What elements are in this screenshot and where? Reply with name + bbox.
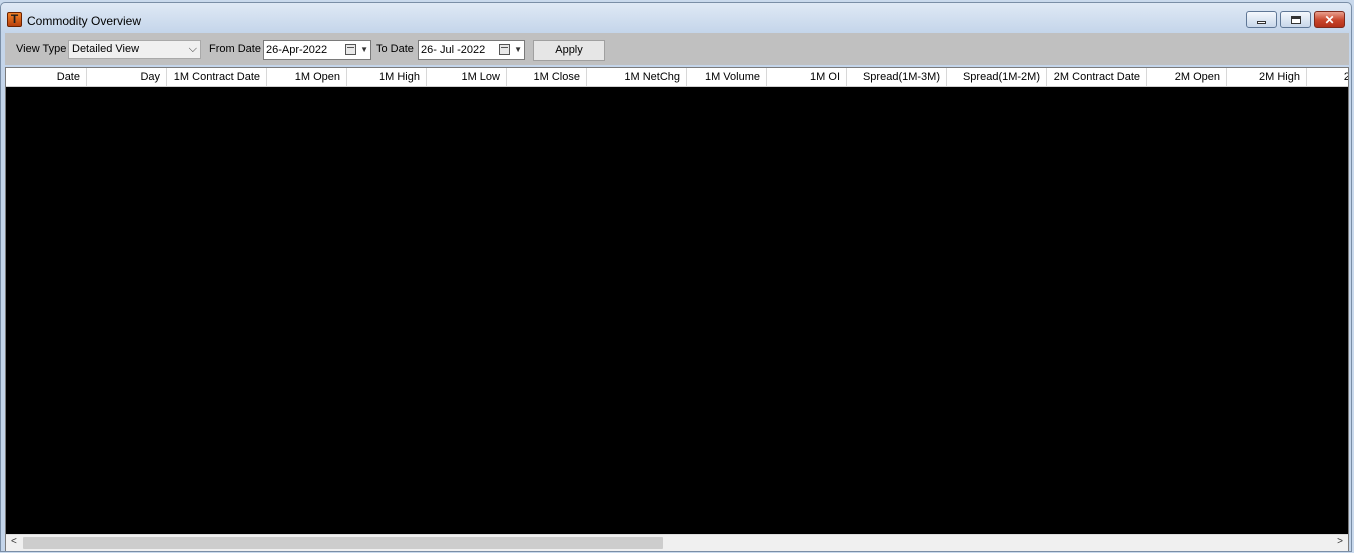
apply-button[interactable]: Apply xyxy=(533,40,605,61)
column-header[interactable]: 1M Open xyxy=(267,68,347,86)
maximize-button[interactable] xyxy=(1280,11,1311,28)
column-header[interactable]: 2M High xyxy=(1227,68,1307,86)
chevron-down-icon: ⌵ xyxy=(188,43,197,55)
column-header[interactable]: 1M NetChg xyxy=(587,68,687,86)
minimize-button[interactable] xyxy=(1246,11,1277,28)
from-date-picker[interactable]: 26-Apr-2022 ▼ xyxy=(263,40,371,60)
data-grid[interactable]: Date Day 1M Contract Date 1M Open 1M Hig… xyxy=(5,67,1349,551)
scroll-left-icon[interactable]: < xyxy=(11,536,17,547)
scroll-right-icon[interactable]: > xyxy=(1337,536,1343,547)
window-title: Commodity Overview xyxy=(27,14,142,28)
column-header[interactable]: 1M Low xyxy=(427,68,507,86)
column-header[interactable]: 1M Volume xyxy=(687,68,767,86)
grid-header-row: Date Day 1M Contract Date 1M Open 1M Hig… xyxy=(6,68,1348,87)
to-date-value: 26- Jul -2022 xyxy=(421,44,486,56)
view-type-value: Detailed View xyxy=(72,43,140,55)
maximize-icon xyxy=(1290,15,1301,24)
filter-toolbar: View Type Detailed View ⌵ From Date 26-A… xyxy=(5,33,1349,65)
column-header[interactable]: 1M Contract Date xyxy=(167,68,267,86)
column-header[interactable]: Date xyxy=(6,68,87,86)
from-date-label: From Date xyxy=(209,43,261,55)
scrollbar-thumb[interactable] xyxy=(23,537,663,549)
column-header[interactable]: 1M Close xyxy=(507,68,587,86)
from-date-value: 26-Apr-2022 xyxy=(266,44,328,56)
horizontal-scrollbar[interactable]: < > xyxy=(6,534,1348,551)
column-header[interactable]: 1M High xyxy=(347,68,427,86)
minimize-icon xyxy=(1257,21,1266,24)
commodity-overview-window: T Commodity Overview ✕ View Type Detaile… xyxy=(0,2,1352,552)
view-type-select[interactable]: Detailed View ⌵ xyxy=(68,40,201,59)
calendar-icon[interactable] xyxy=(345,44,356,55)
column-header[interactable]: 2M Open xyxy=(1147,68,1227,86)
column-header[interactable]: Spread(1M-3M) xyxy=(847,68,947,86)
title-bar[interactable]: T Commodity Overview ✕ xyxy=(1,3,1351,31)
column-header[interactable]: Spread(1M-2M) xyxy=(947,68,1047,86)
column-header[interactable]: 1M OI xyxy=(767,68,847,86)
calendar-icon[interactable] xyxy=(499,44,510,55)
app-icon: T xyxy=(7,12,22,27)
column-header[interactable]: Day xyxy=(87,68,167,86)
column-header[interactable]: 2M Contract Date xyxy=(1047,68,1147,86)
view-type-label: View Type xyxy=(16,43,67,55)
dropdown-arrow-icon[interactable]: ▼ xyxy=(514,41,522,59)
column-header[interactable]: 2 xyxy=(1307,68,1348,86)
to-date-label: To Date xyxy=(376,43,414,55)
dropdown-arrow-icon[interactable]: ▼ xyxy=(360,41,368,59)
close-icon: ✕ xyxy=(1324,12,1335,27)
close-button[interactable]: ✕ xyxy=(1314,11,1345,28)
to-date-picker[interactable]: 26- Jul -2022 ▼ xyxy=(418,40,525,60)
